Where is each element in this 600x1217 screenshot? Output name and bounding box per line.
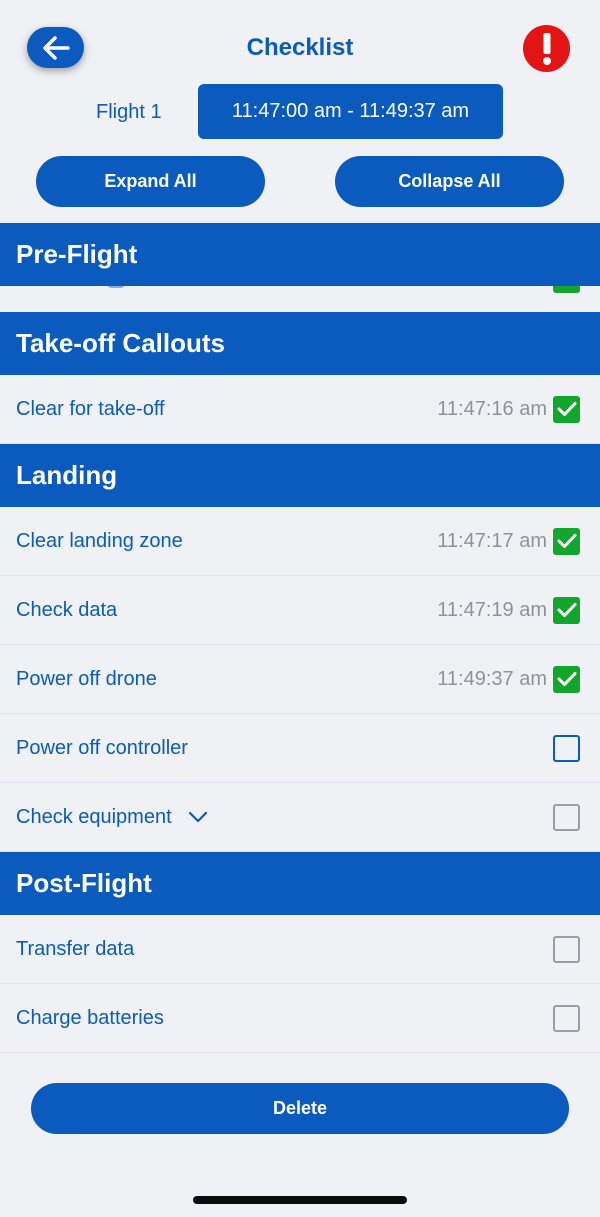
checkbox-unchecked[interactable] <box>553 734 580 762</box>
list-item[interactable]: Transfer data <box>0 915 600 984</box>
truncated-text <box>106 286 126 288</box>
list-item[interactable]: Charge batteries <box>0 984 600 1053</box>
checkbox-unchecked[interactable] <box>553 1004 580 1032</box>
flight-time-range[interactable]: 11:47:00 am - 11:49:37 am <box>198 84 503 139</box>
list-item[interactable]: Check data 11:47:19 am <box>0 576 600 645</box>
list-item <box>0 286 600 312</box>
item-label: Charge batteries <box>16 1006 164 1029</box>
checkbox-checked[interactable] <box>553 596 580 624</box>
checklist: Pre-Flight Take-off Callouts Clear for t… <box>0 223 600 1053</box>
section-title: Post-Flight <box>16 868 152 898</box>
item-label: Check equipment <box>16 805 172 828</box>
list-item[interactable]: Power off drone 11:49:37 am <box>0 645 600 714</box>
item-label: Clear landing zone <box>16 529 183 552</box>
checkbox-unchecked[interactable] <box>553 803 580 831</box>
home-indicator <box>193 1196 407 1204</box>
section-header-landing[interactable]: Landing <box>0 444 600 507</box>
item-timestamp: 11:47:19 am <box>437 598 547 621</box>
expand-all-button[interactable]: Expand All <box>36 156 265 207</box>
page-title: Checklist <box>246 34 354 61</box>
section-title: Landing <box>16 460 118 490</box>
alert-button[interactable] <box>523 25 570 72</box>
list-item[interactable]: Power off controller <box>0 714 600 783</box>
checkmark-icon <box>557 534 576 548</box>
exclamation-icon <box>542 32 551 65</box>
chevron-down-icon[interactable] <box>188 811 208 823</box>
section-header-post-flight[interactable]: Post-Flight <box>0 852 600 915</box>
checkbox-checked[interactable] <box>553 395 580 423</box>
checkmark-icon <box>557 402 576 416</box>
section-header-takeoff-callouts[interactable]: Take-off Callouts <box>0 312 600 375</box>
item-label: Power off drone <box>16 667 157 690</box>
item-label: Transfer data <box>16 937 135 960</box>
section-title: Pre-Flight <box>16 239 138 269</box>
list-item[interactable]: Clear for take-off 11:47:16 am <box>0 375 600 444</box>
checkbox-checked <box>553 286 580 293</box>
checkbox-checked[interactable] <box>553 665 580 693</box>
checkbox-checked[interactable] <box>553 527 580 555</box>
item-label: Check data <box>16 598 118 621</box>
delete-button[interactable]: Delete <box>31 1083 569 1134</box>
item-timestamp: 11:47:16 am <box>437 397 547 420</box>
list-item[interactable]: Check equipment <box>0 783 600 852</box>
collapse-all-button[interactable]: Collapse All <box>335 156 564 207</box>
item-label: Clear for take-off <box>16 397 165 420</box>
item-timestamp: 11:49:37 am <box>437 667 547 690</box>
item-timestamp: 11:47:17 am <box>437 529 547 552</box>
checkmark-icon <box>557 672 576 686</box>
flight-label: Flight 1 <box>96 101 162 123</box>
checkmark-icon <box>557 603 576 617</box>
checkbox-unchecked[interactable] <box>553 935 580 963</box>
section-title: Take-off Callouts <box>16 328 225 358</box>
item-label: Power off controller <box>16 736 188 759</box>
list-item[interactable]: Clear landing zone 11:47:17 am <box>0 507 600 576</box>
section-header-pre-flight[interactable]: Pre-Flight <box>0 223 600 286</box>
